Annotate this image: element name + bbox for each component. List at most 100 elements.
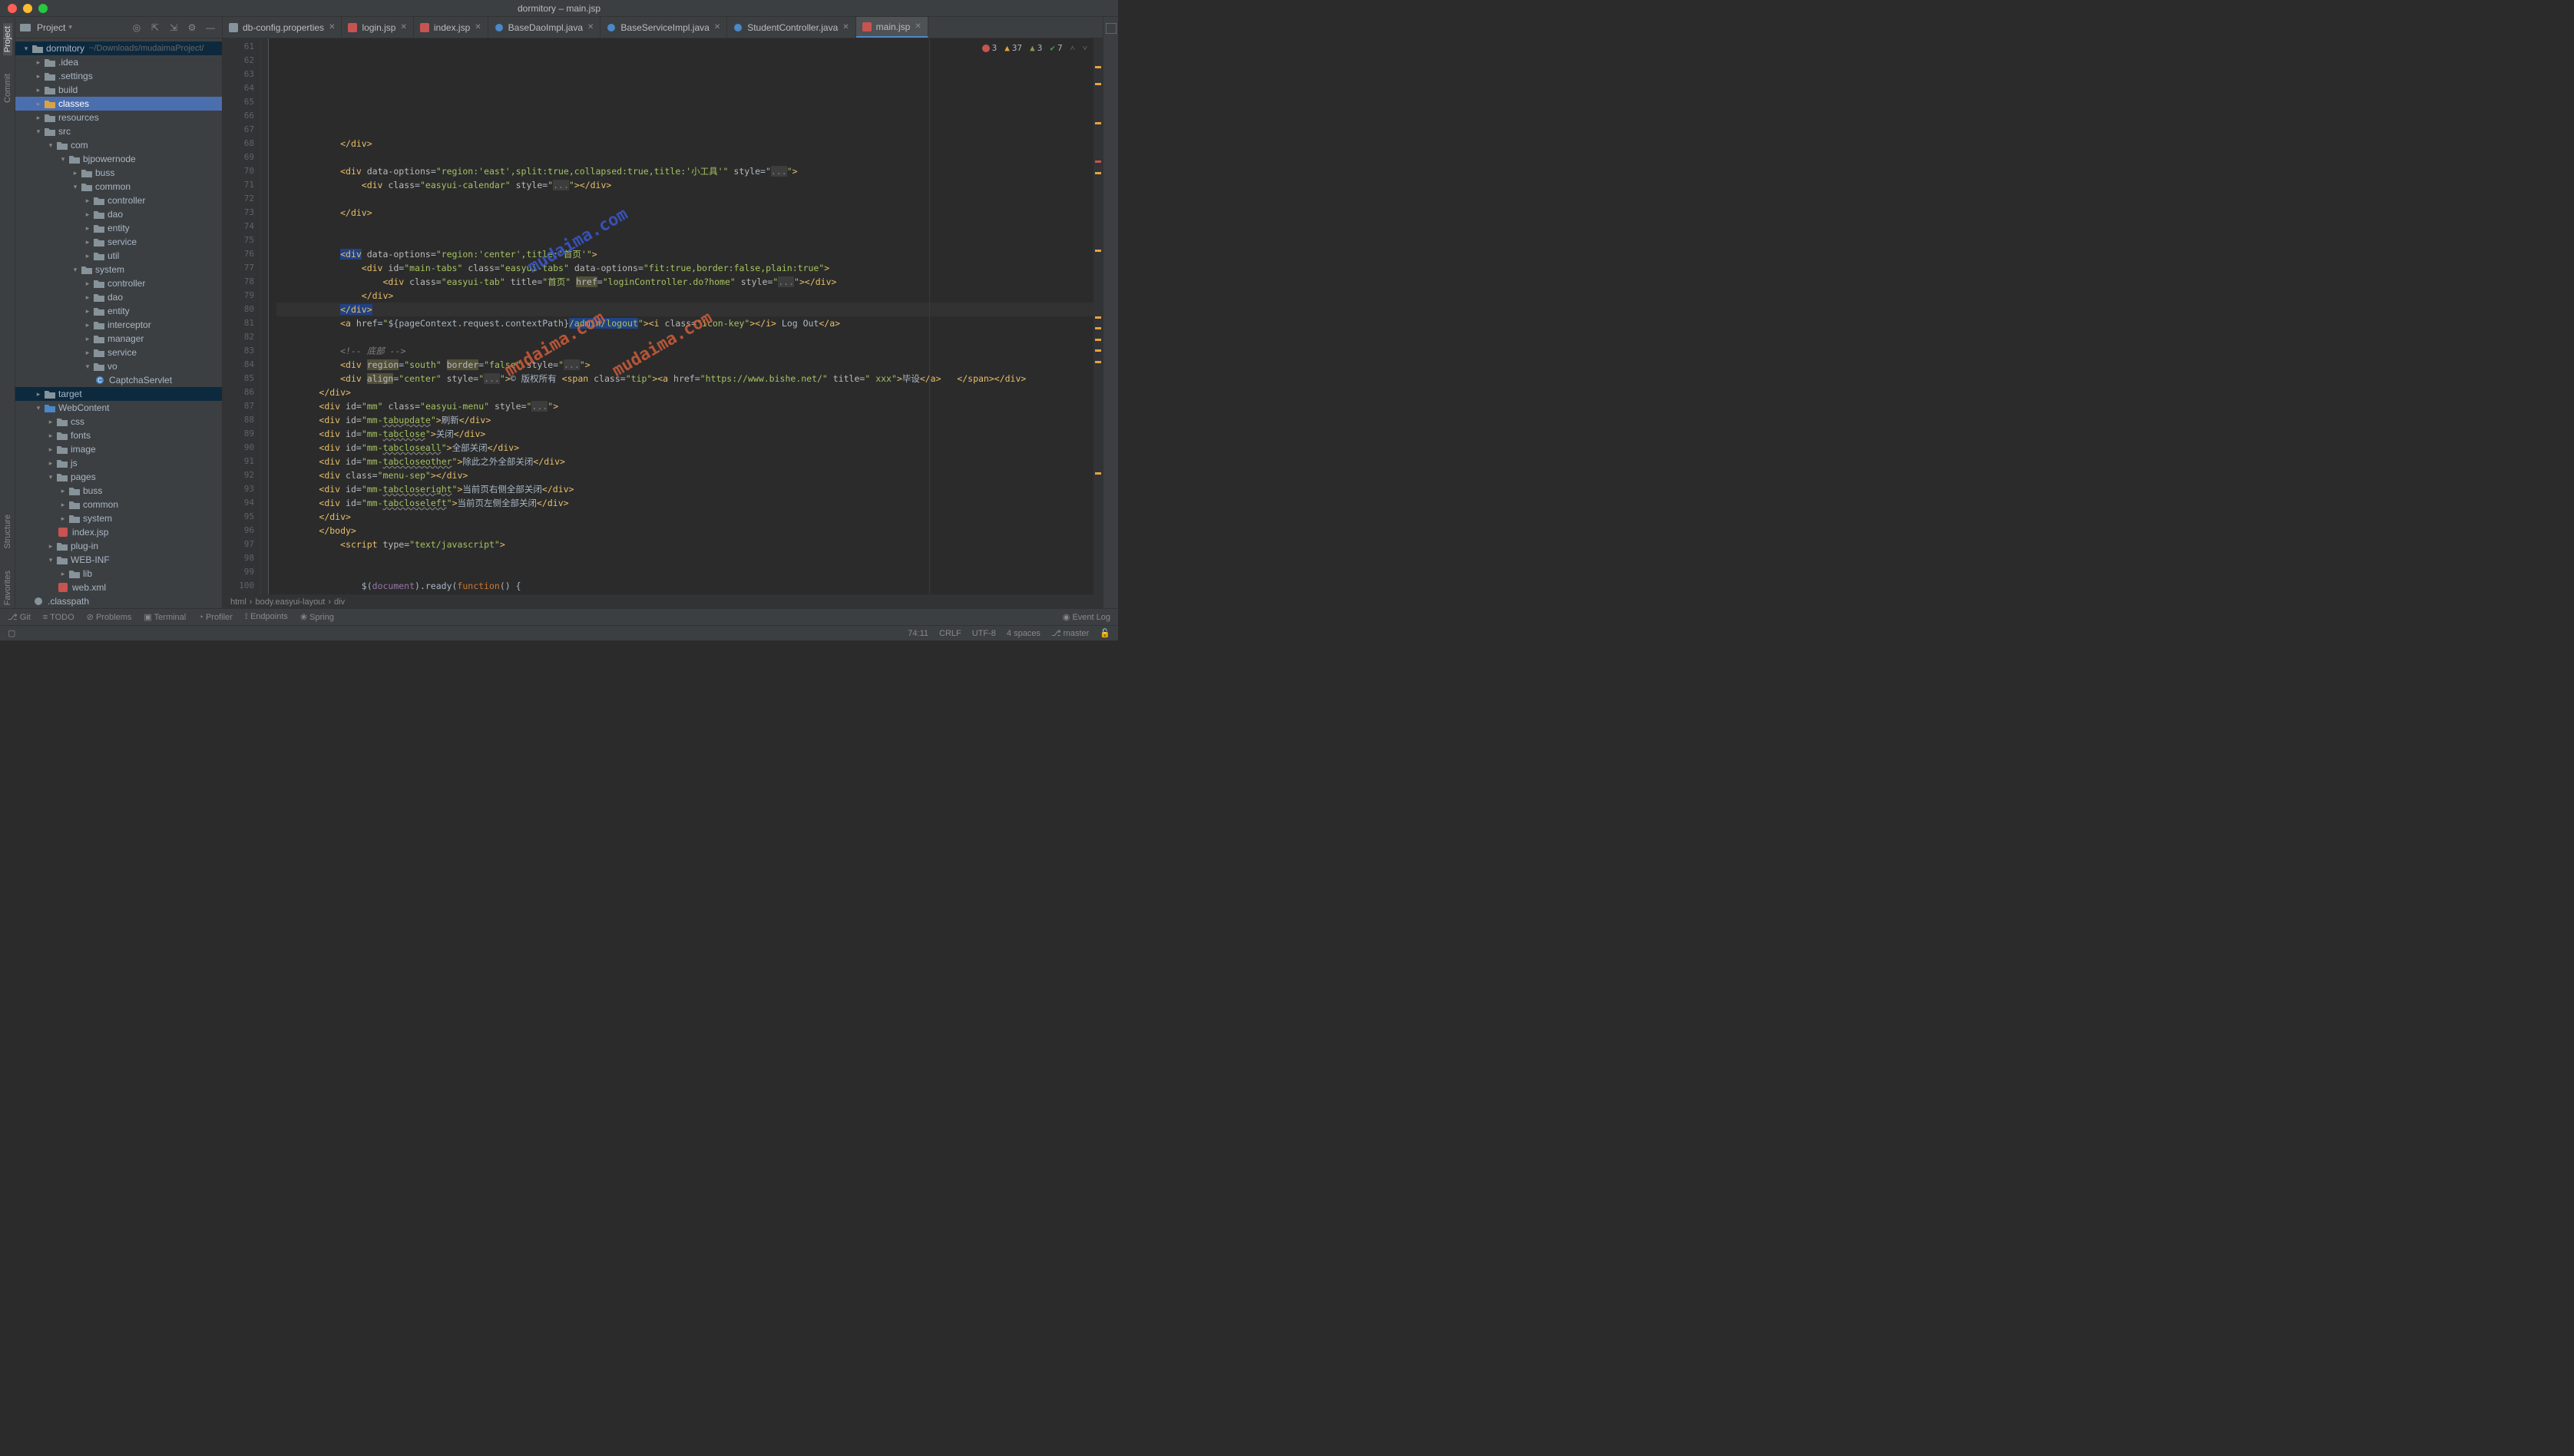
profiler-tool-button[interactable]: ◔ Profiler	[198, 613, 233, 622]
code-line[interactable]: </div>	[276, 303, 1093, 316]
code-line[interactable]: <div region="south" border="false" style…	[276, 358, 1093, 372]
breadcrumb-item[interactable]: html	[230, 597, 246, 607]
tree-row[interactable]: ▸manager	[15, 332, 222, 346]
code-line[interactable]: <div id="mm-tabclose">关闭</div>	[276, 427, 1093, 441]
terminal-tool-button[interactable]: ▣ Terminal	[144, 612, 186, 622]
code-line[interactable]: <div align="center" style="...">© 版权所有 <…	[276, 372, 1093, 386]
code-line[interactable]: <div id="main-tabs" class="easyui-tabs" …	[276, 261, 1093, 275]
tree-row[interactable]: ▸image	[15, 442, 222, 456]
error-stripe[interactable]	[1093, 38, 1103, 594]
code-line[interactable]: <div data-options="region:'center',title…	[276, 247, 1093, 261]
next-highlight-icon[interactable]: ˅	[1083, 41, 1087, 55]
tree-row[interactable]: ▸controller	[15, 194, 222, 207]
code-line[interactable]: </div>	[276, 386, 1093, 399]
tree-row[interactable]: ▸common	[15, 498, 222, 511]
tree-row[interactable]: web.xml	[15, 581, 222, 594]
editor-tab[interactable]: BaseServiceImpl.java✕	[600, 17, 727, 38]
problems-tool-button[interactable]: ⊘ Problems	[87, 612, 132, 622]
tree-row[interactable]: index.jsp	[15, 525, 222, 539]
code-line[interactable]: <div id="mm-tabupdate">刷新</div>	[276, 413, 1093, 427]
code-line[interactable]: <div id="mm" class="easyui-menu" style="…	[276, 399, 1093, 413]
line-separator[interactable]: CRLF	[939, 629, 961, 638]
code-line[interactable]: </div>	[276, 510, 1093, 524]
zoom-window-icon[interactable]	[38, 4, 48, 13]
tree-row[interactable]: ▸dao	[15, 207, 222, 221]
tree-row[interactable]: ▾com	[15, 138, 222, 152]
project-tool-button[interactable]: Project	[3, 23, 12, 55]
collapse-all-icon[interactable]: ⇲	[167, 21, 180, 35]
code-line[interactable]: <a href="${pageContext.request.contextPa…	[276, 316, 1093, 330]
breadcrumb-item[interactable]: div	[334, 597, 345, 607]
tree-row[interactable]: ▸classes	[15, 97, 222, 111]
close-tab-icon[interactable]: ✕	[915, 22, 921, 31]
tree-row[interactable]: ▸css	[15, 415, 222, 429]
tree-row[interactable]: ▸dao	[15, 290, 222, 304]
tree-row[interactable]: ▸system	[15, 511, 222, 525]
tree-row[interactable]: ▾dormitory~/Downloads/mudaimaProject/	[15, 41, 222, 55]
tree-row[interactable]: ▾common	[15, 180, 222, 194]
tree-row[interactable]: ▸lib	[15, 567, 222, 581]
code-line[interactable]: <div class="menu-sep"></div>	[276, 468, 1093, 482]
tree-row[interactable]: ▾pages	[15, 470, 222, 484]
close-tab-icon[interactable]: ✕	[400, 23, 406, 31]
tree-row[interactable]: ▸buss	[15, 166, 222, 180]
tree-row[interactable]: ▾WebContent	[15, 401, 222, 415]
event-log-button[interactable]: ◉ Event Log	[1063, 612, 1110, 622]
tree-row[interactable]: ▾bjpowernode	[15, 152, 222, 166]
indent-settings[interactable]: 4 spaces	[1007, 629, 1041, 638]
tree-row[interactable]: ▸resources	[15, 111, 222, 124]
code-line[interactable]	[276, 192, 1093, 206]
code-line[interactable]: <div id="mm-tabcloseright">当前页右侧全部关闭</di…	[276, 482, 1093, 496]
status-icon[interactable]: ▢	[8, 628, 15, 638]
code-line[interactable]	[276, 565, 1093, 579]
code-line[interactable]: </div>	[276, 206, 1093, 220]
todo-tool-button[interactable]: ≡ TODO	[43, 613, 74, 622]
tree-row[interactable]: CCaptchaServlet	[15, 373, 222, 387]
editor-tab[interactable]: StudentController.java✕	[727, 17, 855, 38]
file-encoding[interactable]: UTF-8	[972, 629, 996, 638]
code-line[interactable]: </div>	[276, 289, 1093, 303]
code-line[interactable]: <!-- 底部 -->	[276, 344, 1093, 358]
code-line[interactable]: <div id="mm-tabcloseleft">当前页左侧全部关闭</div…	[276, 496, 1093, 510]
code-line[interactable]	[276, 233, 1093, 247]
sidebar-title[interactable]: Project ▾	[20, 22, 72, 33]
favorites-tool-button[interactable]: Favorites	[3, 568, 12, 608]
cursor-position[interactable]: 74:11	[908, 629, 928, 638]
code-line[interactable]	[276, 593, 1093, 594]
git-branch[interactable]: ⎇ master	[1051, 628, 1089, 638]
code-editor[interactable]: 3 ▲37 ▲3 ✔7 ˄ ˅ mudaima.com mudaima.com …	[269, 38, 1093, 594]
tree-row[interactable]: ▸entity	[15, 221, 222, 235]
code-line[interactable]: <div data-options="region:'east',split:t…	[276, 164, 1093, 178]
tree-row[interactable]: ▸util	[15, 249, 222, 263]
tree-row[interactable]: ▸controller	[15, 276, 222, 290]
tree-row[interactable]: ▸.idea	[15, 55, 222, 69]
project-tree[interactable]: ▾dormitory~/Downloads/mudaimaProject/▸.i…	[15, 38, 222, 608]
tree-row[interactable]: ▸plug-in	[15, 539, 222, 553]
code-line[interactable]: <script type="text/javascript">	[276, 538, 1093, 551]
close-tab-icon[interactable]: ✕	[714, 23, 720, 31]
code-line[interactable]	[276, 551, 1093, 565]
tree-row[interactable]: ▾WEB-INF	[15, 553, 222, 567]
close-window-icon[interactable]	[8, 4, 17, 13]
tree-row[interactable]: ▸target	[15, 387, 222, 401]
tree-row[interactable]: ▸service	[15, 235, 222, 249]
commit-tool-button[interactable]: Commit	[3, 71, 12, 106]
tree-row[interactable]: ▸entity	[15, 304, 222, 318]
expand-all-icon[interactable]: ⇱	[148, 21, 162, 35]
tree-row[interactable]: ▸buss	[15, 484, 222, 498]
close-tab-icon[interactable]: ✕	[329, 23, 335, 31]
code-line[interactable]	[276, 330, 1093, 344]
tree-row[interactable]: ▾src	[15, 124, 222, 138]
notifications-icon[interactable]	[1106, 23, 1117, 34]
tree-row[interactable]: ▸service	[15, 346, 222, 359]
close-tab-icon[interactable]: ✕	[842, 23, 849, 31]
code-line[interactable]: <div id="mm-tabcloseall">全部关闭</div>	[276, 441, 1093, 455]
git-tool-button[interactable]: ⎇ Git	[8, 612, 31, 622]
editor-tab[interactable]: login.jsp✕	[342, 17, 413, 38]
lock-icon[interactable]: 🔓	[1100, 628, 1110, 638]
endpoints-tool-button[interactable]: ⟟ Endpoints	[245, 612, 288, 622]
hide-icon[interactable]: —	[203, 21, 217, 35]
tree-row[interactable]: ▾system	[15, 263, 222, 276]
tree-row[interactable]: ▸build	[15, 83, 222, 97]
breadcrumb-item[interactable]: body.easyui-layout	[255, 597, 325, 607]
